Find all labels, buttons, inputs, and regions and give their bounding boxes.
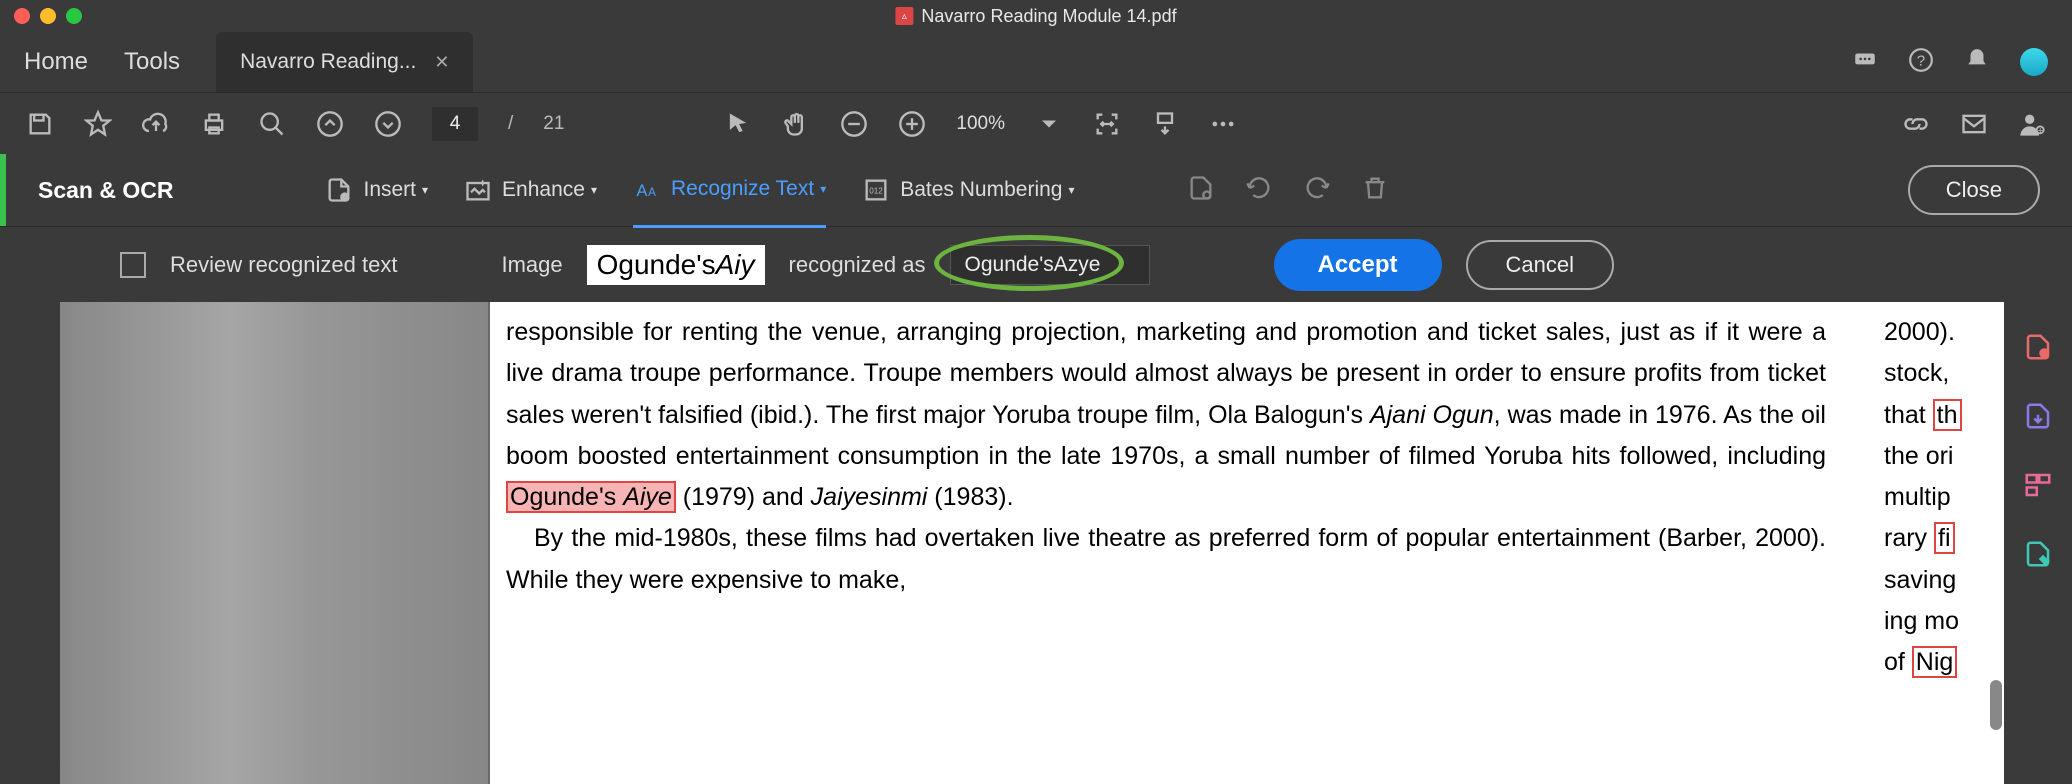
chat-icon[interactable] [1852,47,1878,78]
right-tools-panel: + [2004,302,2072,784]
insert-button[interactable]: + Insert▾ [325,176,428,204]
zoom-in-icon[interactable] [898,110,926,138]
zoom-level[interactable]: 100% [956,113,1005,135]
accept-button[interactable]: Accept [1274,239,1442,291]
link-icon[interactable] [1902,110,1930,138]
document-tab-label: Navarro Reading... [240,50,416,74]
pointer-icon[interactable] [724,110,752,138]
mail-icon[interactable] [1960,110,1988,138]
close-window-button[interactable] [14,8,30,24]
help-icon[interactable]: ? [1908,47,1934,78]
recognize-label: Recognize Text [671,177,814,201]
document-tab[interactable]: Navarro Reading... ✕ [216,32,473,92]
page-separator: / [508,113,513,135]
tabs-right-icons: ? [1852,47,2048,78]
undo-icon[interactable] [1245,174,1273,207]
save-icon[interactable] [26,110,54,138]
close-panel-button[interactable]: Close [1908,165,2040,215]
page-up-icon[interactable] [316,110,344,138]
svg-text:+: + [343,193,348,203]
svg-text:012: 012 [869,187,883,196]
document-settings-icon[interactable] [1187,174,1215,207]
fit-width-icon[interactable] [1093,110,1121,138]
redo-icon[interactable] [1303,174,1331,207]
next-page-fragment: 2000). stock, that th the ori multip rar… [1862,302,2004,784]
ocr-suspect[interactable]: th [1933,399,1962,431]
document-page[interactable]: responsible for renting the venue, arran… [490,302,1862,784]
ocr-image-text-b: Aiy [716,249,755,281]
minimize-window-button[interactable] [40,8,56,24]
scroll-mode-icon[interactable] [1151,110,1179,138]
svg-text:+: + [2041,349,2047,360]
ocr-highlight[interactable]: Ogunde's Aiye [506,481,676,513]
paragraph-2: By the mid-1980s, these films had overta… [506,518,1826,601]
scan-ocr-title: Scan & OCR [38,177,173,204]
zoom-icon[interactable] [258,110,286,138]
page-number-input[interactable] [432,107,478,141]
enhance-button[interactable]: Enhance▾ [464,176,597,204]
organize-icon[interactable] [2023,470,2053,505]
scrollbar-thumb[interactable] [1990,680,2002,730]
edit-pdf-icon[interactable] [2023,539,2053,574]
scan-ocr-toolbar: Scan & OCR + Insert▾ Enhance▾ AA Recogni… [0,154,2072,226]
cloud-upload-icon[interactable] [142,110,170,138]
page-edge-left [0,302,60,784]
window-title: ▵ Navarro Reading Module 14.pdf [895,6,1176,27]
image-label: Image [501,252,562,278]
bates-label: Bates Numbering [900,178,1062,202]
enhance-label: Enhance [502,178,585,202]
tabs-row: Home Tools Navarro Reading... ✕ ? [0,32,2072,92]
star-icon[interactable] [84,110,112,138]
main-toolbar: / 21 100% + [0,92,2072,154]
recognize-text-button[interactable]: AA Recognize Text▾ [633,175,826,228]
recognized-label: recognized as [789,252,926,278]
cancel-button[interactable]: Cancel [1466,240,1614,290]
review-checkbox[interactable] [120,252,146,278]
title-bar: ▵ Navarro Reading Module 14.pdf [0,0,2072,32]
ocr-suspect[interactable]: fi [1934,522,1955,554]
zoom-dropdown-icon[interactable] [1035,110,1063,138]
ocr-suspect[interactable]: Nig [1912,646,1958,678]
share-person-icon[interactable]: + [2018,110,2046,138]
close-tab-icon[interactable]: ✕ [434,52,449,73]
ocr-image-text-a: Ogunde's [597,249,716,281]
page-down-icon[interactable] [374,110,402,138]
document-area: responsible for renting the venue, arran… [0,302,2072,784]
window-title-text: Navarro Reading Module 14.pdf [921,6,1176,27]
hand-icon[interactable] [782,110,810,138]
ocr-image-sample: Ogunde's Aiy [587,245,765,285]
traffic-lights [0,8,82,24]
bell-icon[interactable] [1964,47,1990,78]
recognized-text-input[interactable] [950,245,1150,285]
recognized-wrap [950,245,1150,285]
insert-label: Insert [363,178,416,202]
tools-tab[interactable]: Tools [124,48,180,76]
ocr-correction-bar: Review recognized text Image Ogunde's Ai… [0,226,2072,302]
scan-margin [60,302,490,784]
pdf-icon: ▵ [895,7,913,25]
svg-text:+: + [2037,125,2042,135]
export-pdf-icon[interactable] [2023,401,2053,436]
svg-text:?: ? [1917,52,1925,69]
page-total: 21 [543,113,564,135]
svg-text:A: A [636,182,647,200]
avatar[interactable] [2020,48,2048,76]
zoom-out-icon[interactable] [840,110,868,138]
paragraph-1: responsible for renting the venue, arran… [506,312,1826,518]
trash-icon[interactable] [1361,174,1389,207]
bates-numbering-button[interactable]: 012 Bates Numbering▾ [862,176,1074,204]
more-icon[interactable] [1209,110,1237,138]
maximize-window-button[interactable] [66,8,82,24]
create-pdf-icon[interactable]: + [2023,332,2053,367]
print-icon[interactable] [200,110,228,138]
review-label: Review recognized text [170,252,397,278]
svg-text:A: A [648,186,656,199]
home-tab[interactable]: Home [24,48,88,76]
